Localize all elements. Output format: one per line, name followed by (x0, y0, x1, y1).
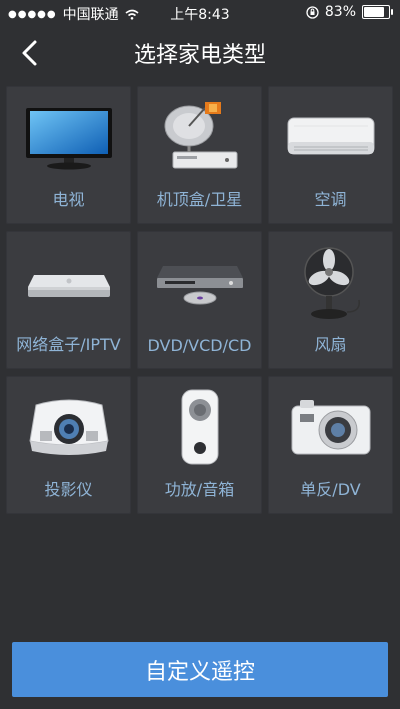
page-title: 选择家电类型 (133, 43, 266, 68)
nav-bar: 选择家电类型 (0, 24, 400, 82)
speaker-icon (181, 389, 218, 465)
device-tile-set-top-box[interactable]: 机顶盒/卫星 (137, 86, 262, 224)
custom-remote-button[interactable]: 自定义遥控 (12, 642, 388, 697)
status-bar: ●●●●● 中国联通 上午8:43 83% (0, 0, 400, 24)
battery-icon (362, 5, 393, 19)
device-tile-camera[interactable]: 单反/DV (268, 376, 393, 514)
device-label: 机顶盒/卫星 (156, 190, 243, 209)
dvd-player-icon (156, 266, 243, 305)
status-right: 83% (306, 4, 393, 20)
device-label: 功放/音箱 (164, 480, 235, 499)
device-tile-dvd-player[interactable]: DVD/VCD/CD (137, 231, 262, 369)
device-type-grid: 电视 机顶盒/卫星 空调 网络盒子/IPTV DVD/VCD/CD 风扇 投影仪… (6, 86, 394, 514)
device-tile-air-conditioner[interactable]: 空调 (268, 86, 393, 224)
air-conditioner-icon (287, 117, 374, 155)
device-tile-projector[interactable]: 投影仪 (6, 376, 131, 514)
tv-icon (25, 108, 112, 170)
device-tile-speaker[interactable]: 功放/音箱 (137, 376, 262, 514)
network-box-icon (27, 275, 110, 297)
set-top-box-satellite-icon (164, 102, 237, 169)
device-label: 空调 (314, 190, 347, 209)
device-tile-network-box[interactable]: 网络盒子/IPTV (6, 231, 131, 369)
device-label: 投影仪 (44, 480, 93, 499)
orientation-lock-icon (306, 5, 319, 19)
camera-icon (291, 400, 370, 455)
device-label: 网络盒子/IPTV (16, 335, 121, 354)
custom-remote-label: 自定义遥控 (144, 659, 255, 685)
device-label: 风扇 (314, 335, 347, 354)
device-label: 电视 (52, 190, 85, 209)
device-tile-fan[interactable]: 风扇 (268, 231, 393, 369)
fan-icon (303, 247, 360, 319)
device-label: DVD/VCD/CD (147, 336, 252, 355)
device-label: 单反/DV (300, 480, 361, 499)
projector-icon (28, 399, 109, 455)
battery-percent: 83% (324, 4, 356, 20)
device-tile-tv[interactable]: 电视 (6, 86, 131, 224)
